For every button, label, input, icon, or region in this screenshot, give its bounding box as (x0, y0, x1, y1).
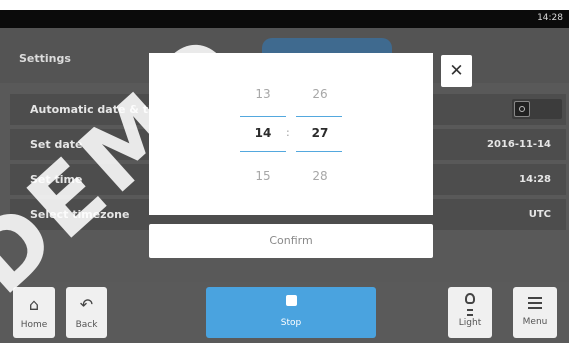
row-label: Set date (30, 138, 83, 151)
status-clock: 14:28 (537, 13, 563, 23)
menu-icon (528, 297, 542, 312)
row-label: Select timezone (30, 208, 130, 221)
hour-prev[interactable]: 13 (240, 87, 286, 101)
menu-label: Menu (522, 317, 548, 327)
close-button[interactable]: ✕ (441, 55, 472, 87)
minute-selection-top-line (296, 116, 342, 117)
minute-next[interactable]: 28 (297, 169, 343, 183)
confirm-label: Confirm (269, 234, 313, 247)
menu-button[interactable]: Menu (513, 287, 557, 338)
stop-label: Stop (280, 318, 302, 328)
time-separator: : (286, 126, 290, 139)
lightbulb-base (467, 309, 473, 316)
time-value: 14:28 (519, 174, 551, 185)
back-button[interactable]: ↶ Back (66, 287, 107, 338)
minute-selected[interactable]: 27 (297, 126, 343, 140)
hour-selection-top-line (240, 116, 286, 117)
back-arrow-icon: ↶ (79, 295, 94, 314)
toggle-knob (514, 101, 530, 117)
stop-icon (285, 295, 297, 306)
minute-prev[interactable]: 26 (297, 87, 343, 101)
confirm-button[interactable]: Confirm (149, 224, 433, 258)
page-title: Settings (19, 52, 71, 65)
back-label: Back (75, 320, 98, 330)
automatic-time-toggle[interactable] (512, 99, 562, 119)
timezone-value: UTC (528, 209, 551, 220)
device-screen: 14:28 Settings Automatic date & time Set… (0, 0, 569, 343)
minute-selection-bottom-line (296, 151, 342, 152)
light-label: Light (458, 318, 482, 328)
home-label: Home (20, 320, 48, 330)
hour-selection-bottom-line (240, 151, 286, 152)
home-button[interactable]: ⌂ Home (13, 287, 55, 338)
hour-selected[interactable]: 14 (240, 126, 286, 140)
lightbulb-icon (465, 293, 475, 304)
time-picker-dialog: 13 26 14 : 27 15 28 (149, 53, 433, 215)
hour-next[interactable]: 15 (240, 169, 286, 183)
date-value: 2016-11-14 (487, 139, 551, 150)
row-label: Set time (30, 173, 83, 186)
close-icon: ✕ (449, 61, 464, 81)
light-button[interactable]: Light (448, 287, 492, 338)
status-bar: 14:28 (0, 10, 569, 28)
home-icon: ⌂ (28, 295, 40, 314)
stop-button[interactable]: Stop (206, 287, 376, 338)
bottom-nav: ⌂ Home ↶ Back Stop Light Menu (0, 282, 569, 343)
